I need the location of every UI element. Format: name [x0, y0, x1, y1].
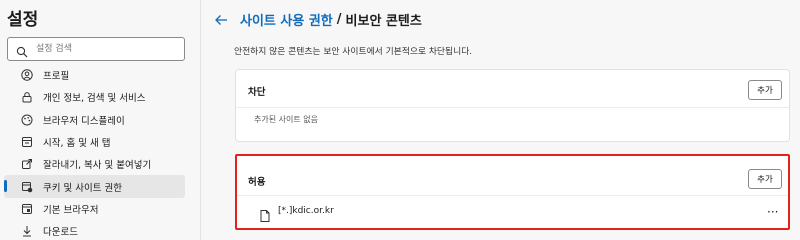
- search-input[interactable]: [36, 41, 176, 57]
- page-title: 비보안 콘텐츠: [345, 14, 422, 29]
- lock-icon: [21, 91, 33, 103]
- sidebar-item-label: 개인 정보, 검색 및 서비스: [43, 93, 146, 105]
- list-item: [*.]kdic.or.kr ···: [237, 197, 788, 228]
- back-arrow-icon[interactable]: [214, 13, 228, 27]
- site-label: [*.]kdic.or.kr: [278, 206, 334, 216]
- sidebar-item-default-browser[interactable]: 기본 브라우저: [4, 198, 185, 220]
- breadcrumb: 사이트 사용 권한 / 비보안 콘텐츠: [214, 10, 422, 29]
- sidebar-item-cut-copy-paste[interactable]: 잘라내기, 복사 및 붙여넣기: [4, 153, 185, 175]
- block-empty-text: 추가된 사이트 없음: [254, 115, 318, 124]
- sidebar-title: 설정: [7, 10, 39, 30]
- sidebar-item-label: 시작, 홈 및 새 탭: [43, 138, 111, 150]
- sidebar-item-cookies-site-permissions[interactable]: 쿠키 및 사이트 권한: [4, 175, 185, 198]
- sidebar-nav: 프로필 개인 정보, 검색 및 서비스 브라우저 디스플레이 시작, 홈 및 새…: [0, 64, 200, 240]
- display-icon: [21, 114, 33, 126]
- sidebar-item-label: 다운로드: [43, 227, 78, 239]
- block-section-header: 차단 추가: [236, 70, 789, 108]
- active-indicator: [4, 180, 7, 193]
- profile-icon: [21, 69, 33, 81]
- block-add-button[interactable]: 추가: [748, 80, 782, 100]
- page-description: 안전하지 않은 콘텐츠는 보안 사이트에서 기본적으로 차단됩니다.: [234, 47, 473, 57]
- allow-section-header: 허용 추가: [237, 156, 788, 196]
- allow-add-button[interactable]: 추가: [748, 169, 782, 189]
- sidebar-item-label: 쿠키 및 사이트 권한: [43, 182, 122, 194]
- tab-icon: [21, 136, 33, 148]
- breadcrumb-link[interactable]: 사이트 사용 권한: [240, 10, 333, 29]
- sidebar-item-privacy[interactable]: 개인 정보, 검색 및 서비스: [4, 86, 185, 108]
- sidebar-item-label: 프로필: [43, 71, 70, 83]
- sidebar-item-profile[interactable]: 프로필: [4, 64, 185, 86]
- sidebar-item-downloads[interactable]: 다운로드: [4, 220, 185, 240]
- sidebar: 설정 프로필 개인 정보, 검색 및 서비스 브라우저 디스플레이: [0, 0, 200, 240]
- cookie-icon: [21, 181, 33, 193]
- browser-icon: [21, 203, 33, 215]
- download-icon: [21, 225, 33, 237]
- sidebar-item-display[interactable]: 브라우저 디스플레이: [4, 109, 185, 131]
- search-box[interactable]: [7, 37, 185, 61]
- allow-section-title: 허용: [248, 177, 266, 188]
- allow-section: 허용 추가 [*.]kdic.or.kr ···: [235, 154, 790, 230]
- file-icon: [260, 207, 270, 222]
- sidebar-item-label: 잘라내기, 복사 및 붙여넣기: [43, 160, 152, 172]
- sidebar-item-label: 기본 브라우저: [43, 204, 99, 216]
- sidebar-item-start-home-newtab[interactable]: 시작, 홈 및 새 탭: [4, 131, 185, 153]
- block-section-title: 차단: [248, 87, 266, 98]
- breadcrumb-separator: /: [336, 12, 342, 27]
- main-content: 사이트 사용 권한 / 비보안 콘텐츠 안전하지 않은 콘텐츠는 보안 사이트에…: [201, 0, 800, 240]
- more-options-icon[interactable]: ···: [767, 205, 778, 219]
- share-icon: [21, 158, 33, 170]
- block-section: 차단 추가 추가된 사이트 없음: [235, 69, 790, 142]
- sidebar-item-label: 브라우저 디스플레이: [43, 115, 125, 127]
- search-icon: [16, 43, 28, 58]
